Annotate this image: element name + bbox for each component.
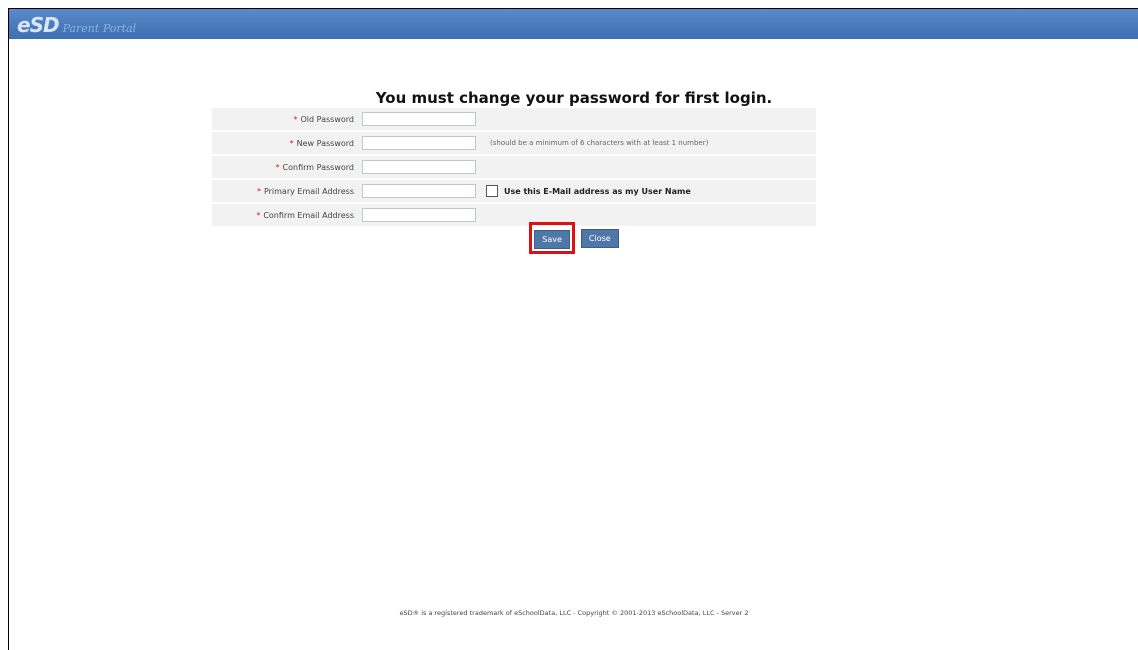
confirm-email-input[interactable] [362, 208, 476, 222]
use-email-as-username-checkbox[interactable] [486, 185, 498, 197]
required-marker: * [293, 114, 298, 124]
portal-logo[interactable]: eSD Parent Portal [17, 13, 137, 37]
required-marker: * [256, 186, 261, 196]
new-password-input[interactable] [362, 136, 476, 150]
confirm-password-input[interactable] [362, 160, 476, 174]
required-marker: * [275, 162, 280, 172]
new-password-label: * New Password [289, 138, 354, 148]
button-group: Save Close [529, 222, 619, 254]
primary-email-label: * Primary Email Address [256, 186, 354, 196]
confirm-password-row: * Confirm Password [212, 156, 816, 178]
confirm-email-label: * Confirm Email Address [256, 210, 354, 220]
close-button[interactable]: Close [580, 228, 619, 248]
logo-text: Parent Portal [62, 22, 137, 35]
primary-email-input[interactable] [362, 184, 476, 198]
primary-email-row: * Primary Email Address Use this E-Mail a… [212, 180, 816, 202]
use-email-as-username-label[interactable]: Use this E-Mail address as my User Name [504, 187, 691, 196]
save-button[interactable]: Save [534, 230, 570, 249]
page-title: You must change your password for first … [375, 89, 773, 107]
footer-copyright: eSD® is a registered trademark of eSchoo… [399, 609, 749, 617]
confirm-password-label: * Confirm Password [275, 162, 354, 172]
new-password-row: * New Password (should be a minimum of 6 … [212, 132, 816, 154]
form-buttons: Save Close [9, 222, 1138, 254]
required-marker: * [256, 210, 261, 220]
old-password-row: * Old Password [212, 108, 816, 130]
old-password-input[interactable] [362, 112, 476, 126]
logo-mark: eSD [17, 13, 60, 37]
required-marker: * [289, 138, 294, 148]
page-frame: eSD Parent Portal You must change your p… [8, 8, 1138, 650]
save-highlight-box: Save [529, 222, 575, 254]
password-hint: (should be a minimum of 6 characters wit… [490, 139, 709, 147]
change-password-form: * Old Password * New Password (should be a… [212, 108, 816, 228]
old-password-label: * Old Password [293, 114, 354, 124]
top-header-bar: eSD Parent Portal [9, 9, 1138, 39]
